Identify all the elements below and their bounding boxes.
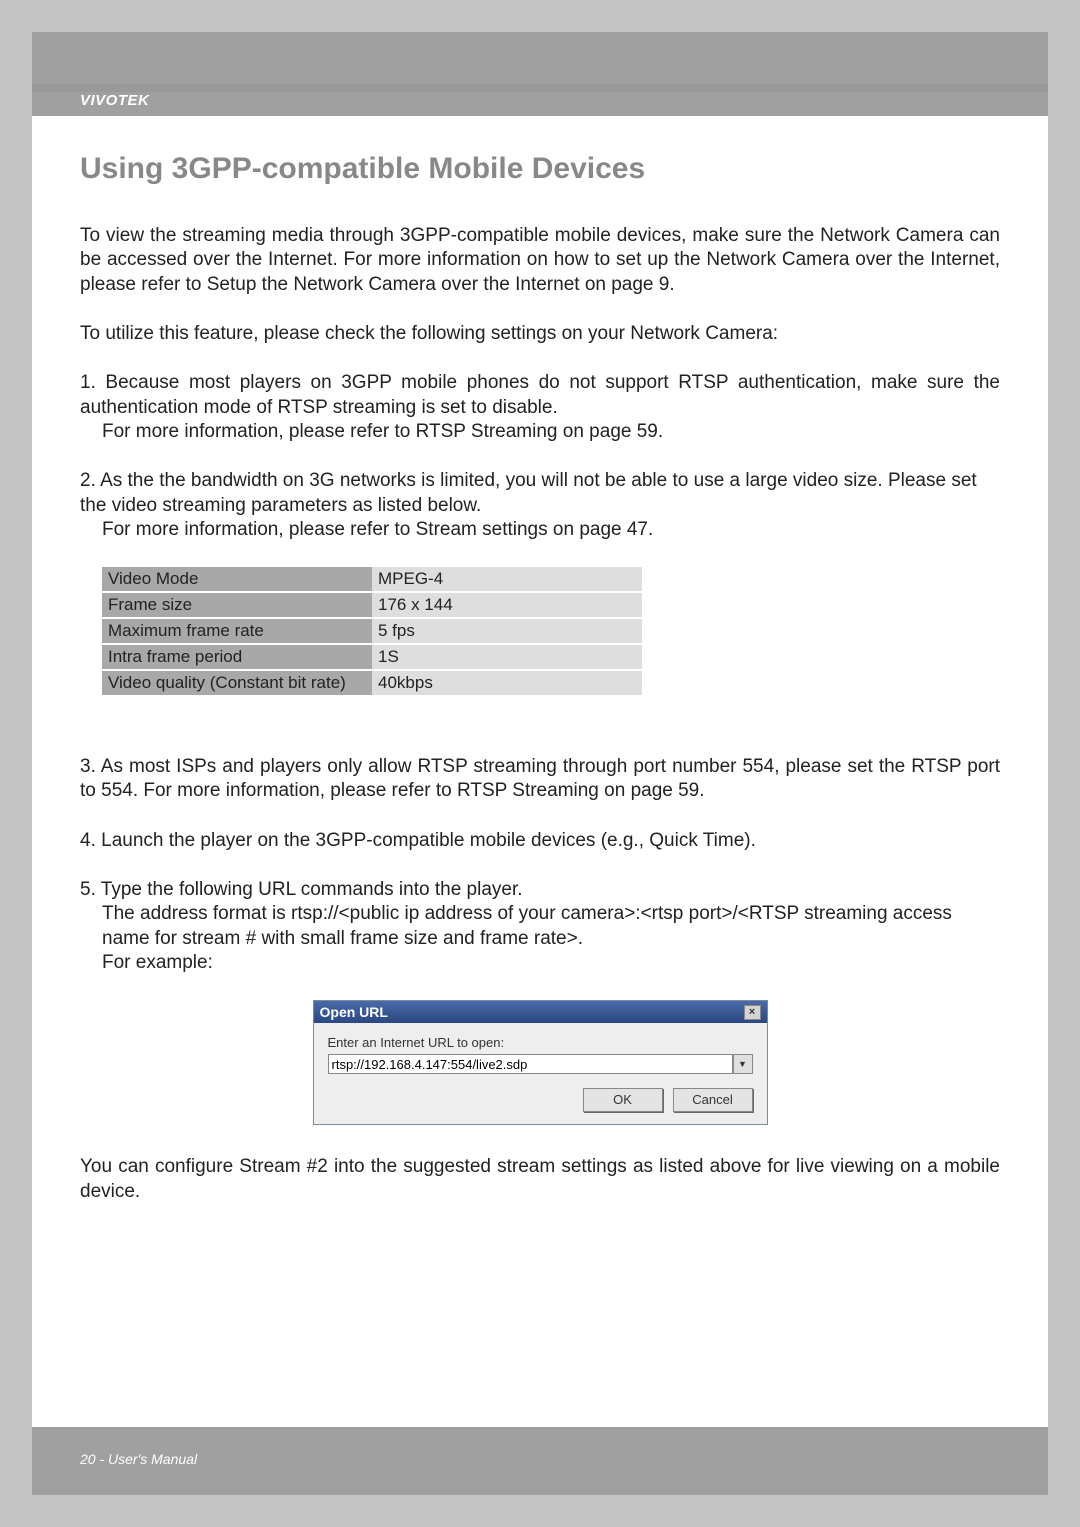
footer-bar: 20 - User's Manual — [32, 1427, 1048, 1495]
list-item-1-sub: For more information, please refer to RT… — [80, 420, 1000, 444]
dialog-buttons: OK Cancel — [328, 1088, 753, 1112]
list-item-4: 4. Launch the player on the 3GPP-compati… — [80, 829, 1000, 853]
content-area: Using 3GPP-compatible Mobile Devices To … — [80, 152, 1000, 1229]
table-value: 40kbps — [372, 670, 642, 696]
table-row: Intra frame period 1S — [102, 644, 642, 670]
close-icon[interactable]: × — [744, 1005, 761, 1020]
chevron-down-icon[interactable]: ▼ — [733, 1054, 753, 1074]
cancel-button[interactable]: Cancel — [673, 1088, 753, 1112]
list-item-1-text: 1. Because most players on 3GPP mobile p… — [80, 372, 1000, 417]
table-value: 5 fps — [372, 618, 642, 644]
settings-table: Video Mode MPEG-4 Frame size 176 x 144 M… — [102, 567, 642, 697]
header-bar: VIVOTEK — [32, 32, 1048, 116]
list-item-1: 1. Because most players on 3GPP mobile p… — [80, 371, 1000, 444]
table-label: Maximum frame rate — [102, 618, 372, 644]
table-row: Frame size 176 x 144 — [102, 592, 642, 618]
header-band — [32, 84, 1048, 92]
intro-paragraph-1: To view the streaming media through 3GPP… — [80, 224, 1000, 297]
list-item-5-line1: 5. Type the following URL commands into … — [80, 879, 523, 900]
table-label: Intra frame period — [102, 644, 372, 670]
url-input[interactable] — [328, 1054, 733, 1074]
dialog-titlebar: Open URL × — [314, 1001, 767, 1023]
table-label: Frame size — [102, 592, 372, 618]
footer-text: 20 - User's Manual — [80, 1451, 197, 1467]
dialog-wrap: Open URL × Enter an Internet URL to open… — [80, 1000, 1000, 1125]
open-url-dialog: Open URL × Enter an Internet URL to open… — [313, 1000, 768, 1125]
list-item-2: 2. As the the bandwidth on 3G networks i… — [80, 469, 1000, 542]
list-item-3: 3. As most ISPs and players only allow R… — [80, 755, 1000, 804]
list-item-5-line3: For example: — [80, 951, 1000, 975]
table-value: 176 x 144 — [372, 592, 642, 618]
list-item-5-line2: The address format is rtsp://<public ip … — [80, 902, 1000, 951]
list-item-5: 5. Type the following URL commands into … — [80, 878, 1000, 975]
list-item-2-sub: For more information, please refer to St… — [80, 518, 1000, 542]
table-row: Video quality (Constant bit rate) 40kbps — [102, 670, 642, 696]
after-paragraph: You can configure Stream #2 into the sug… — [80, 1155, 1000, 1204]
document-page: VIVOTEK Using 3GPP-compatible Mobile Dev… — [32, 32, 1048, 1495]
table-label: Video quality (Constant bit rate) — [102, 670, 372, 696]
list-item-2-text: 2. As the the bandwidth on 3G networks i… — [80, 470, 977, 515]
dialog-title-text: Open URL — [320, 1004, 388, 1020]
dialog-input-row: ▼ — [328, 1054, 753, 1074]
table-value: 1S — [372, 644, 642, 670]
table-label: Video Mode — [102, 567, 372, 592]
intro-paragraph-2: To utilize this feature, please check th… — [80, 322, 1000, 346]
ok-button[interactable]: OK — [583, 1088, 663, 1112]
page-title: Using 3GPP-compatible Mobile Devices — [80, 152, 1000, 186]
dialog-label: Enter an Internet URL to open: — [328, 1035, 753, 1050]
brand-label: VIVOTEK — [80, 92, 149, 109]
table-row: Video Mode MPEG-4 — [102, 567, 642, 592]
table-row: Maximum frame rate 5 fps — [102, 618, 642, 644]
table-value: MPEG-4 — [372, 567, 642, 592]
dialog-body: Enter an Internet URL to open: ▼ OK Canc… — [314, 1023, 767, 1124]
